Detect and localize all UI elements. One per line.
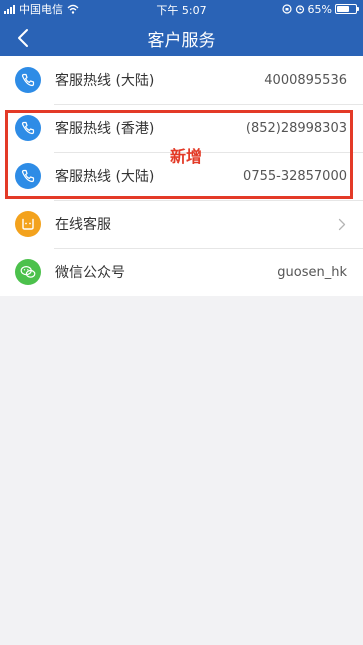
new-added-annotation: 新增 xyxy=(170,147,203,166)
status-right: 65% xyxy=(281,2,359,16)
list-item-hotline-mainland[interactable]: 客服热线 (大陆) 4000895536 xyxy=(0,56,363,104)
header-bar: 中国电信 下午 5:07 65% 客户服务 xyxy=(0,0,363,56)
alarm-icon xyxy=(295,5,304,14)
list-item-wechat[interactable]: 微信公众号 guosen_hk xyxy=(0,248,363,296)
online-service-icon xyxy=(15,211,41,237)
battery-percent: 65% xyxy=(307,2,332,16)
chevron-right-icon xyxy=(337,217,347,231)
list-item-label: 在线客服 xyxy=(55,217,111,233)
battery-level xyxy=(337,6,349,12)
status-bar: 中国电信 下午 5:07 65% xyxy=(0,0,363,18)
page-title: 客户服务 xyxy=(147,31,216,51)
list-item-value: 4000895536 xyxy=(264,72,347,88)
phone-icon xyxy=(15,67,41,93)
list-item-label: 客服热线 (大陆) xyxy=(55,73,155,89)
list-item-label: 微信公众号 xyxy=(55,265,125,281)
wechat-icon xyxy=(15,259,41,285)
rotation-lock-icon xyxy=(281,4,292,14)
list-item-value: guosen_hk xyxy=(277,264,347,280)
list-item-online-service[interactable]: 在线客服 xyxy=(0,200,363,248)
battery-icon xyxy=(335,4,359,14)
